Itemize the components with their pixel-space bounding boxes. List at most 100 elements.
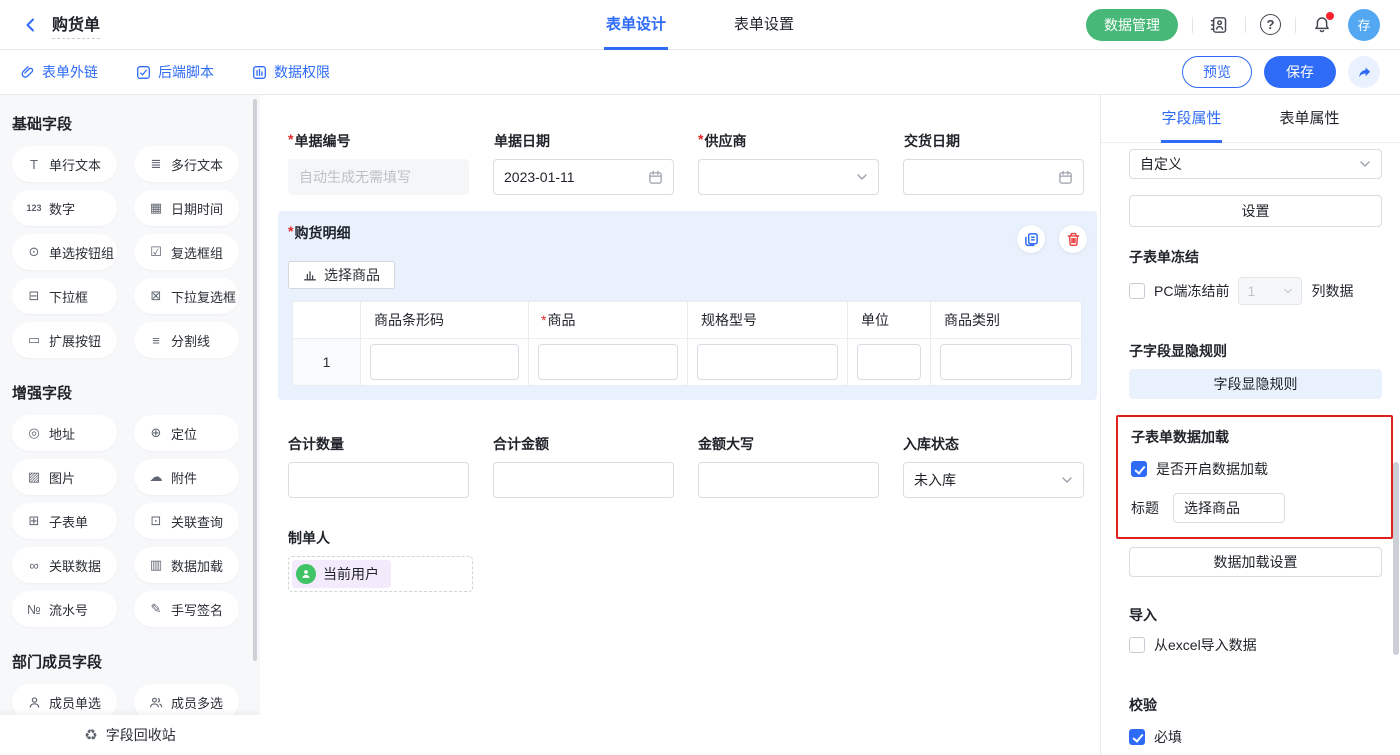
field-creator[interactable]: 制单人 当前用户 xyxy=(288,528,1084,592)
field-amount-in-words[interactable]: 金额大写 xyxy=(698,434,879,498)
subform-purchase-details[interactable]: *购货明细 选择商品 商品条形码 xyxy=(278,211,1097,400)
field-item-location[interactable]: ⊕定位 xyxy=(134,415,239,451)
field-storage-status[interactable]: 入库状态 未入库 xyxy=(903,434,1084,498)
serial-number-icon: № xyxy=(26,602,42,617)
field-total-amount[interactable]: 合计金额 xyxy=(493,434,674,498)
attachment-icon: ☁ xyxy=(148,469,164,485)
field-document-date[interactable]: 单据日期 2023-01-11 xyxy=(493,131,674,195)
delete-subform-button[interactable] xyxy=(1059,225,1087,253)
field-item-number[interactable]: 123数字 xyxy=(12,190,117,226)
field-label: 制单人 xyxy=(288,528,330,548)
total-quantity-input[interactable] xyxy=(288,462,469,498)
field-document-number[interactable]: *单据编号 自动生成无需填写 xyxy=(288,131,469,195)
field-item-label: 分割线 xyxy=(171,331,210,350)
sidebar-scrollbar[interactable] xyxy=(253,99,257,661)
copy-subform-button[interactable] xyxy=(1017,225,1045,253)
tab-form-settings[interactable]: 表单设置 xyxy=(732,0,796,50)
field-item-datetime[interactable]: ▦日期时间 xyxy=(134,190,239,226)
field-item-divider[interactable]: ≡分割线 xyxy=(134,322,239,358)
field-item-single-line-text[interactable]: T单行文本 xyxy=(12,146,117,182)
supplier-select[interactable] xyxy=(698,159,879,195)
contacts-book-icon[interactable] xyxy=(1207,13,1231,37)
storage-status-select[interactable]: 未入库 xyxy=(903,462,1084,498)
delivery-date-input[interactable] xyxy=(903,159,1084,195)
back-button[interactable] xyxy=(20,14,42,36)
excel-import-checkbox[interactable] xyxy=(1129,637,1145,653)
field-item-attachment[interactable]: ☁附件 xyxy=(134,459,239,495)
checkbox-group-icon: ☑ xyxy=(148,244,164,260)
index-column-header xyxy=(293,302,361,339)
header-tabs: 表单设计 表单设置 xyxy=(604,0,796,50)
tab-form-design[interactable]: 表单设计 xyxy=(604,0,668,50)
column-label: 规格型号 xyxy=(701,312,757,328)
field-delivery-date[interactable]: 交货日期 xyxy=(903,131,1084,195)
field-total-quantity[interactable]: 合计数量 xyxy=(288,434,469,498)
amount-in-words-input[interactable] xyxy=(698,462,879,498)
column-header-category: 商品类别 xyxy=(931,302,1082,339)
field-supplier[interactable]: *供应商 xyxy=(698,131,879,195)
form-row-2: 合计数量 合计金额 金额大写 入库状态 未入库 xyxy=(288,434,1084,498)
notification-dot xyxy=(1326,12,1334,20)
data-manage-button[interactable]: 数据管理 xyxy=(1086,9,1178,41)
field-item-subform[interactable]: ⊞子表单 xyxy=(12,503,117,539)
freeze-column-select[interactable]: 1 xyxy=(1238,277,1302,305)
product-input[interactable] xyxy=(538,344,678,380)
cell-spec xyxy=(688,339,848,386)
format-select[interactable]: 自定义 xyxy=(1129,149,1382,179)
field-item-extend-button[interactable]: ▭扩展按钮 xyxy=(12,322,117,358)
field-recycle-bin[interactable]: ♻ 字段回收站 xyxy=(0,715,260,755)
barcode-input[interactable] xyxy=(370,344,519,380)
document-date-input[interactable]: 2023-01-11 xyxy=(493,159,674,195)
dataload-enable-checkbox[interactable] xyxy=(1131,461,1147,477)
page-title[interactable]: 购货单 xyxy=(52,11,100,39)
unit-input[interactable] xyxy=(857,344,921,380)
tab-form-properties[interactable]: 表单属性 xyxy=(1280,95,1340,143)
freeze-checkbox[interactable] xyxy=(1129,283,1145,299)
settings-button[interactable]: 设置 xyxy=(1129,195,1382,227)
column-label: 商品类别 xyxy=(944,312,1000,328)
field-item-serial-number[interactable]: №流水号 xyxy=(12,591,117,627)
field-item-multi-line-text[interactable]: ≣多行文本 xyxy=(134,146,239,182)
related-query-icon: ⊡ xyxy=(148,513,164,529)
permission-icon xyxy=(252,65,267,80)
preview-button[interactable]: 预览 xyxy=(1182,56,1252,88)
field-item-dropdown[interactable]: ⊟下拉框 xyxy=(12,278,117,314)
dataload-title-input[interactable]: 选择商品 xyxy=(1173,493,1285,523)
document-number-input[interactable]: 自动生成无需填写 xyxy=(288,159,469,195)
field-label: 合计金额 xyxy=(493,434,549,454)
notification-bell-icon[interactable] xyxy=(1310,13,1334,37)
data-permission-link[interactable]: 数据权限 xyxy=(252,62,330,82)
field-item-radio-group[interactable]: ⊙单选按钮组 xyxy=(12,234,117,270)
required-star: * xyxy=(541,312,546,328)
total-amount-input[interactable] xyxy=(493,462,674,498)
share-button[interactable] xyxy=(1348,56,1380,88)
field-item-label: 下拉框 xyxy=(49,287,88,306)
category-input[interactable] xyxy=(940,344,1072,380)
window-scrollbar[interactable] xyxy=(1393,462,1399,655)
column-header-product: *商品 xyxy=(529,302,688,339)
field-visibility-rules-button[interactable]: 字段显隐规则 xyxy=(1129,369,1382,399)
select-goods-button[interactable]: 选择商品 xyxy=(288,261,395,289)
save-button[interactable]: 保存 xyxy=(1264,56,1336,88)
backend-script-link[interactable]: 后端脚本 xyxy=(136,62,214,82)
field-item-signature[interactable]: ✎手写签名 xyxy=(134,591,239,627)
spec-input[interactable] xyxy=(697,344,838,380)
tab-field-properties[interactable]: 字段属性 xyxy=(1161,95,1221,143)
required-checkbox[interactable] xyxy=(1129,729,1145,745)
field-item-checkbox-group[interactable]: ☑复选框组 xyxy=(134,234,239,270)
field-item-image[interactable]: ▨图片 xyxy=(12,459,117,495)
help-icon[interactable]: ? xyxy=(1260,14,1281,35)
validation-checkbox-row: 必填 xyxy=(1129,727,1382,747)
dataload-settings-button[interactable]: 数据加载设置 xyxy=(1129,547,1382,577)
creator-value-box[interactable]: 当前用户 xyxy=(288,556,473,592)
field-item-address[interactable]: ◎地址 xyxy=(12,415,117,451)
field-item-data-load[interactable]: ▥数据加载 xyxy=(134,547,239,583)
column-header-unit: 单位 xyxy=(848,302,931,339)
annotation-highlight-box: 子表单数据加载 是否开启数据加载 标题 选择商品 xyxy=(1116,415,1393,539)
form-external-link[interactable]: 表单外链 xyxy=(20,62,98,82)
user-avatar[interactable]: 存 xyxy=(1348,9,1380,41)
field-item-related-query[interactable]: ⊡关联查询 xyxy=(134,503,239,539)
field-label: 单据日期 xyxy=(494,131,550,151)
field-item-dropdown-multi[interactable]: ⊠下拉复选框 xyxy=(134,278,239,314)
field-item-related-data[interactable]: ∞关联数据 xyxy=(12,547,117,583)
